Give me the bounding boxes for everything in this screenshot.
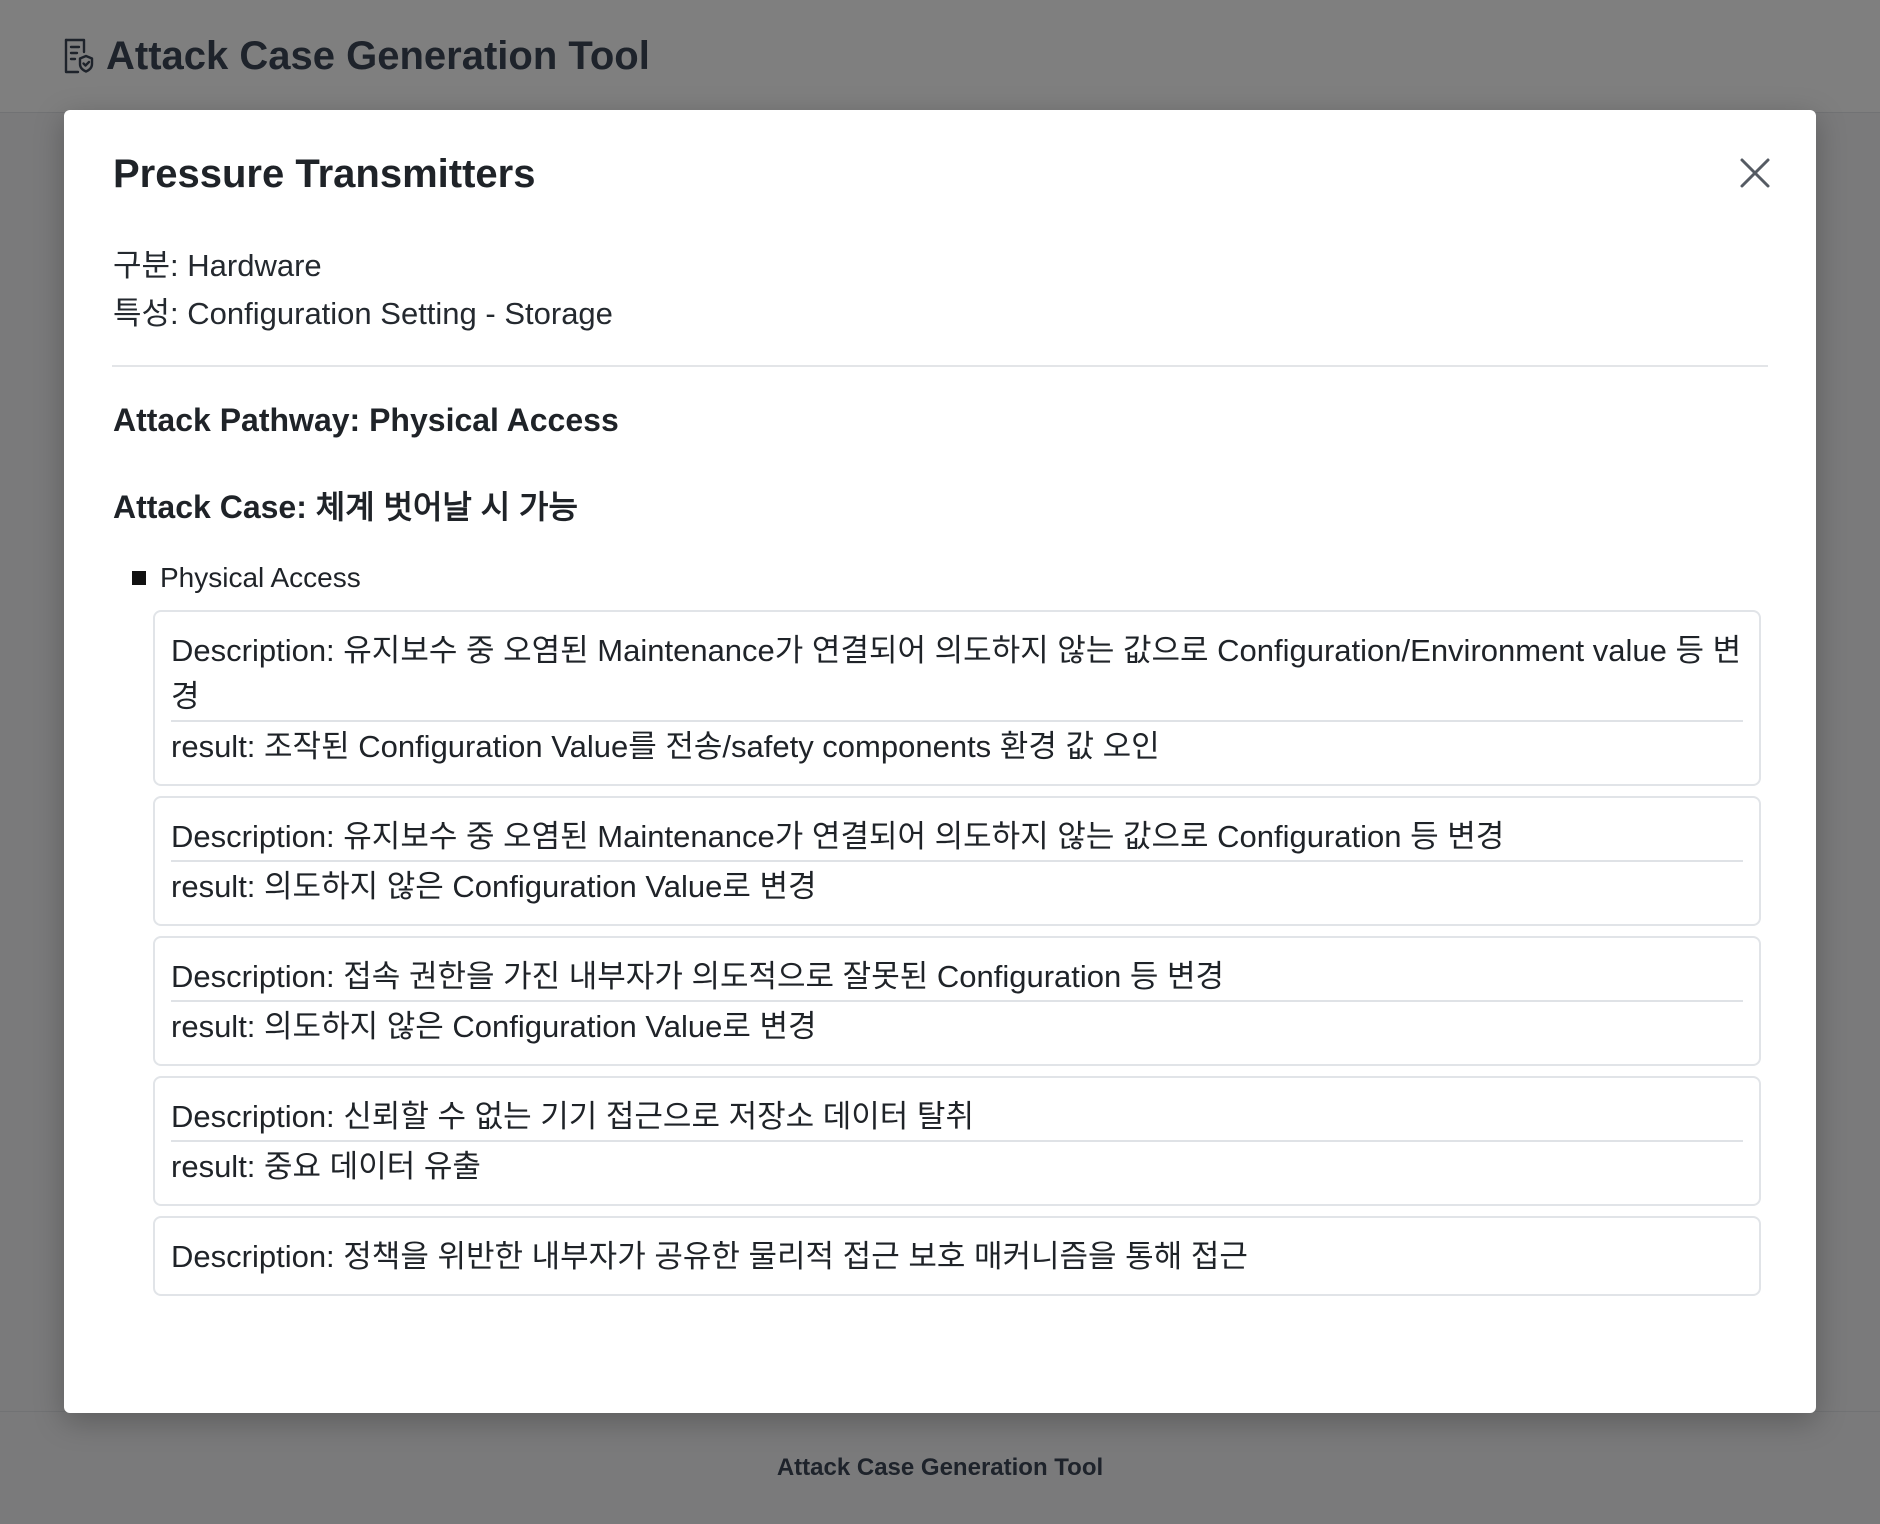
attack-pathway-heading: Attack Pathway: Physical Access	[113, 402, 619, 438]
card-result: result: 의도하지 않은 Configuration Value로 변경	[171, 860, 1743, 910]
attack-case-card: Description: 정책을 위반한 내부자가 공유한 물리적 접근 보호 …	[153, 1216, 1761, 1296]
property-line: 특성: Configuration Setting - Storage	[113, 296, 613, 331]
attack-case-card: Description: 유지보수 중 오염된 Maintenance가 연결되…	[153, 610, 1761, 786]
attack-case-card: Description: 접속 권한을 가진 내부자가 의도적으로 잘못된 Co…	[153, 936, 1761, 1066]
card-result: result: 의도하지 않은 Configuration Value로 변경	[171, 1000, 1743, 1050]
modal-title: Pressure Transmitters	[113, 152, 536, 196]
attack-case-heading: Attack Case: 체계 벗어날 시 가능	[113, 489, 578, 525]
card-description: Description: 신뢰할 수 없는 기기 접근으로 저장소 데이터 탈취	[171, 1099, 974, 1134]
card-description: Description: 접속 권한을 가진 내부자가 의도적으로 잘못된 Co…	[171, 959, 1225, 994]
group-label-text: Physical Access	[160, 562, 361, 593]
card-description: Description: 정책을 위반한 내부자가 공유한 물리적 접근 보호 …	[171, 1239, 1248, 1274]
card-result: result: 중요 데이터 유출	[171, 1140, 1743, 1190]
attack-case-card: Description: 신뢰할 수 없는 기기 접근으로 저장소 데이터 탈취…	[153, 1076, 1761, 1206]
card-result: result: 조작된 Configuration Value를 전송/safe…	[171, 720, 1743, 770]
close-button[interactable]	[1734, 152, 1776, 194]
attack-case-card: Description: 유지보수 중 오염된 Maintenance가 연결되…	[153, 796, 1761, 926]
square-bullet-icon	[132, 571, 146, 585]
category-line: 구분: Hardware	[113, 248, 322, 283]
group-label: Physical Access	[132, 562, 361, 594]
attack-case-modal: Pressure Transmitters 구분: Hardware 특성: C…	[64, 110, 1816, 1413]
divider	[112, 365, 1768, 367]
modal-meta: 구분: Hardware 특성: Configuration Setting -…	[113, 242, 613, 338]
attack-case-list: Description: 유지보수 중 오염된 Maintenance가 연결되…	[153, 610, 1761, 1306]
card-description: Description: 유지보수 중 오염된 Maintenance가 연결되…	[171, 819, 1505, 854]
close-icon	[1740, 158, 1770, 188]
card-description: Description: 유지보수 중 오염된 Maintenance가 연결되…	[171, 633, 1742, 714]
